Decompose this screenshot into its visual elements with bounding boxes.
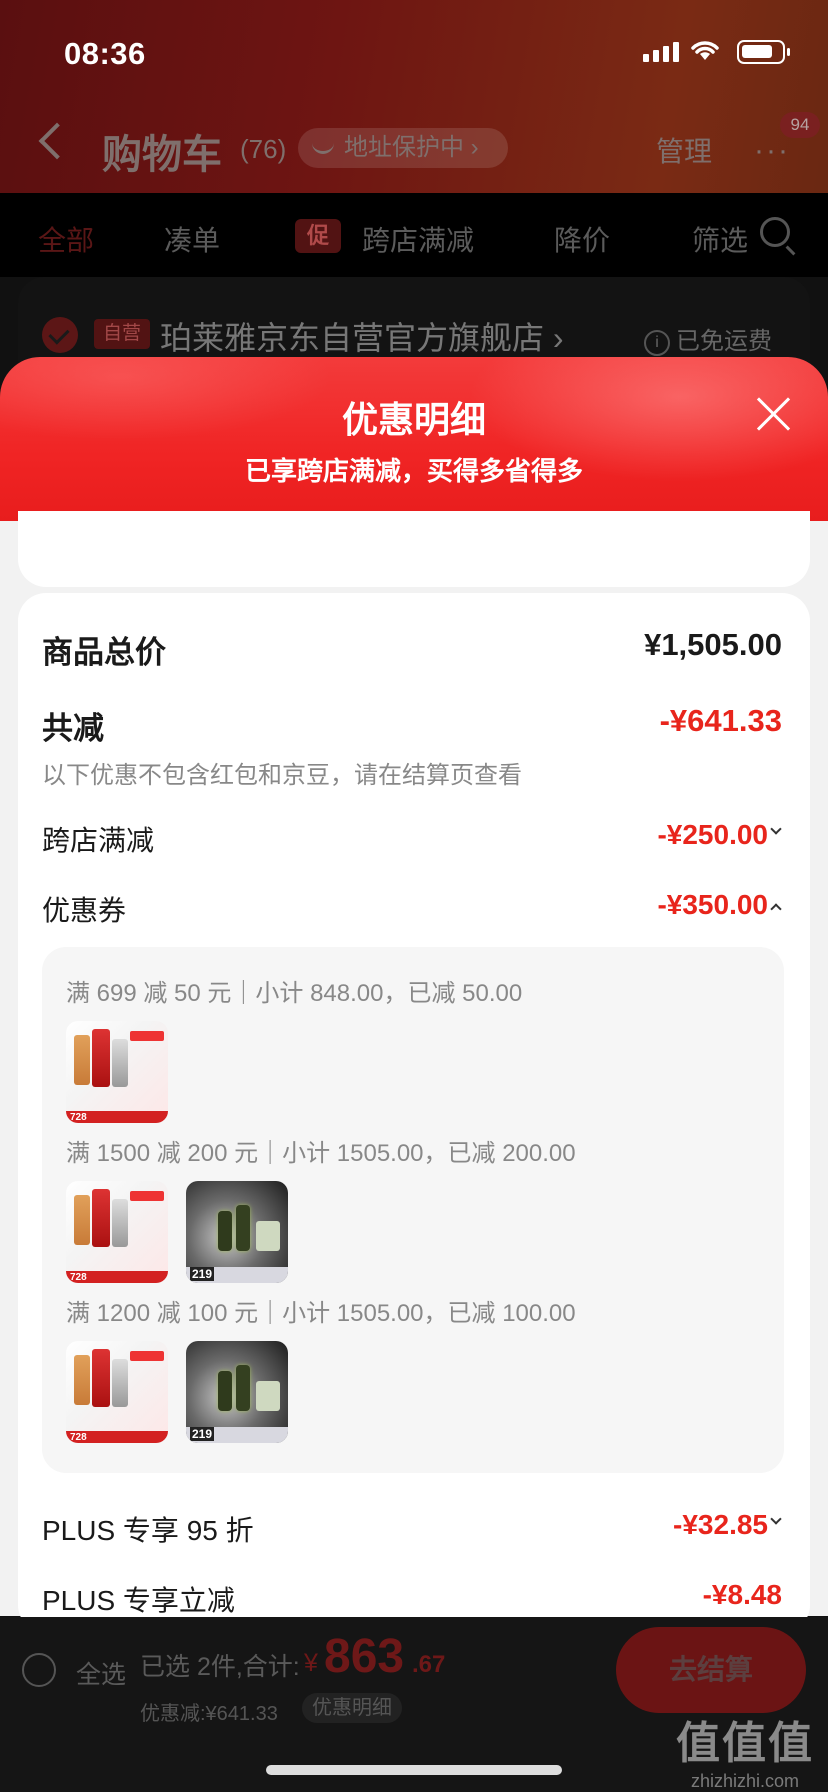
back-icon[interactable] bbox=[38, 122, 76, 160]
sheet-subtitle: 已享跨店满减，买得多省得多 bbox=[244, 456, 583, 486]
discount-sheet-header: 优惠明细 已享跨店满减，买得多省得多 bbox=[0, 357, 828, 521]
plus95-row[interactable]: PLUS 专享 95 折 -¥32.85 bbox=[42, 1509, 782, 1549]
wifi-icon bbox=[691, 41, 719, 60]
watermark-logo: 值值值 bbox=[676, 1719, 814, 1768]
total-row: 商品总价 ¥1,505.00 bbox=[42, 627, 782, 671]
product-thumb[interactable]: 219 bbox=[186, 1181, 288, 1283]
note-row: 以下优惠不包含红包和京豆，请在结算页查看 bbox=[42, 755, 782, 789]
coupon-tier: 满 699 减 50 元｜小计 848.00，已减 50.00 bbox=[66, 980, 523, 1007]
watermark-url: zhizhizhi.com bbox=[690, 1771, 800, 1791]
info-icon: i bbox=[644, 330, 670, 356]
discount-detail-button[interactable]: 优惠明细 bbox=[302, 1693, 402, 1723]
plus95-label: PLUS 专享 95 折 bbox=[42, 1515, 254, 1546]
total-value: ¥1,505.00 bbox=[644, 627, 782, 662]
free-shipping-text: 已免运费 bbox=[676, 328, 772, 355]
discount-note: 以下优惠不包含红包和京豆，请在结算页查看 bbox=[42, 762, 522, 789]
chevron-up-icon[interactable] bbox=[770, 903, 782, 915]
coupon-tier: 满 1200 减 100 元｜小计 1505.00，已减 100.00 bbox=[66, 1300, 576, 1327]
product-thumb[interactable]: 219 bbox=[186, 1341, 288, 1443]
cross-store-label: 跨店满减 bbox=[42, 825, 155, 856]
reduce-value: -¥641.33 bbox=[659, 703, 782, 738]
checkout-button[interactable]: 去结算 bbox=[616, 1627, 806, 1713]
coupon-breakdown: 满 699 减 50 元｜小计 848.00，已减 50.00 728 满 15… bbox=[42, 947, 784, 1473]
nav-row: 购物车 (76) 地址保护中 › 管理 ··· 94 bbox=[0, 112, 828, 182]
discount-sheet-body: 商品总价 ¥1,505.00 共减 -¥641.33 以下优惠不包含红包和京豆，… bbox=[0, 511, 828, 1633]
reduce-row: 共减 -¥641.33 bbox=[42, 703, 782, 747]
eye-icon bbox=[312, 140, 334, 154]
status-time: 08:36 bbox=[64, 36, 146, 71]
coupon-tier: 满 1500 减 200 元｜小计 1505.00，已减 200.00 bbox=[66, 1140, 576, 1167]
select-all-radio[interactable] bbox=[22, 1653, 56, 1687]
home-indicator bbox=[266, 1765, 562, 1775]
coupon-value: -¥350.00 bbox=[657, 889, 768, 920]
search-icon[interactable] bbox=[760, 217, 790, 247]
thumb-price: 728 bbox=[70, 1272, 87, 1283]
manage-button[interactable]: 管理 bbox=[656, 130, 712, 170]
thumb-price: 728 bbox=[70, 1432, 87, 1443]
page-title: 购物车 bbox=[102, 133, 222, 177]
discount-detail-card: 商品总价 ¥1,505.00 共减 -¥641.33 以下优惠不包含红包和京豆，… bbox=[18, 593, 810, 1633]
reduce-label: 共减 bbox=[42, 711, 104, 746]
tab-bundle[interactable]: 凑单 bbox=[164, 219, 220, 259]
message-badge: 94 bbox=[780, 112, 820, 138]
battery-icon bbox=[737, 40, 790, 64]
plus-off-label: PLUS 专享立减 bbox=[42, 1585, 235, 1616]
cart-header: 08:36 购物车 (76) 地址保护中 › 管理 ··· 94 bbox=[0, 0, 828, 193]
checkout-bar: 全选 已选 2件,合计: ¥ 863 .67 优惠减:¥641.33 优惠明细 … bbox=[0, 1617, 828, 1792]
address-protect-button[interactable]: 地址保护中 › bbox=[298, 128, 508, 168]
tab-price-drop[interactable]: 降价 bbox=[554, 219, 610, 259]
tab-cross-store[interactable]: 跨店满减 bbox=[362, 219, 474, 259]
signal-icon bbox=[643, 42, 679, 62]
sheet-title: 优惠明细 bbox=[341, 399, 486, 440]
product-thumb[interactable]: 728 bbox=[66, 1181, 168, 1283]
status-bar: 08:36 bbox=[0, 28, 828, 78]
discount-total: 优惠减:¥641.33 bbox=[140, 1703, 278, 1725]
select-all-label[interactable]: 全选 bbox=[76, 1655, 126, 1691]
thumb-price: 728 bbox=[70, 1112, 87, 1123]
cross-store-value: -¥250.00 bbox=[657, 819, 768, 850]
plus-off-value: -¥8.48 bbox=[702, 1579, 782, 1610]
coupon-label: 优惠券 bbox=[42, 895, 127, 926]
total-currency: ¥ bbox=[304, 1649, 318, 1677]
thumb-price: 219 bbox=[190, 1427, 215, 1441]
coupon-row[interactable]: 优惠券 -¥350.00 bbox=[42, 889, 782, 929]
plus95-value: -¥32.85 bbox=[673, 1509, 768, 1540]
selected-summary: 已选 2件,合计: bbox=[140, 1653, 300, 1681]
chevron-down-icon[interactable] bbox=[770, 823, 782, 835]
filter-tabs: 全部 凑单 促 跨店满减 降价 筛选 bbox=[0, 193, 828, 277]
cross-store-row[interactable]: 跨店满减 -¥250.00 bbox=[42, 819, 782, 859]
plus-off-row: PLUS 专享立减 -¥8.48 bbox=[42, 1579, 782, 1619]
tab-all[interactable]: 全部 bbox=[38, 219, 94, 259]
cart-count: (76) bbox=[240, 134, 287, 164]
chevron-down-icon[interactable] bbox=[770, 1513, 782, 1525]
free-shipping-label: i 已免运费 bbox=[644, 321, 772, 356]
address-protect-label: 地址保护中 › bbox=[344, 134, 479, 161]
promo-badge: 促 bbox=[295, 219, 341, 253]
previous-card-edge bbox=[18, 511, 810, 587]
total-label: 商品总价 bbox=[42, 635, 166, 670]
shop-name[interactable]: 珀莱雅京东自营官方旗舰店 › bbox=[160, 313, 564, 359]
tab-filter[interactable]: 筛选 bbox=[692, 219, 748, 259]
more-icon[interactable]: ··· bbox=[754, 134, 790, 168]
check-icon[interactable] bbox=[42, 317, 78, 353]
close-icon[interactable] bbox=[756, 395, 792, 431]
total-decimal: .67 bbox=[412, 1651, 446, 1678]
product-thumb[interactable]: 728 bbox=[66, 1021, 168, 1123]
thumb-price: 219 bbox=[190, 1267, 215, 1281]
product-thumb[interactable]: 728 bbox=[66, 1341, 168, 1443]
total-integer: 863 bbox=[324, 1630, 405, 1683]
watermark: 值值值 zhizhizhi.com bbox=[676, 1707, 814, 1792]
self-operated-badge: 自营 bbox=[94, 319, 150, 349]
